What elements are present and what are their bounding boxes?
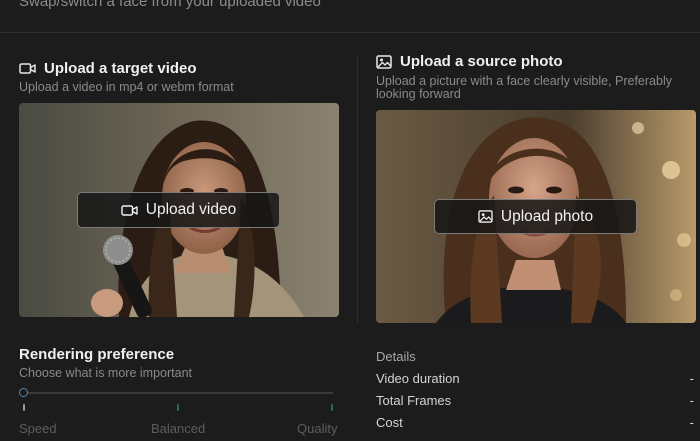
header-divider — [0, 32, 700, 33]
detail-row-total-frames: Total Frames - — [376, 393, 696, 408]
upload-video-button[interactable]: Upload video — [77, 192, 280, 228]
source-photo-title: Upload a source photo — [376, 53, 563, 70]
image-icon — [376, 54, 392, 69]
rendering-preference-subtitle: Choose what is more important — [19, 366, 192, 380]
target-video-title-text: Upload a target video — [44, 60, 197, 77]
upload-photo-button-label: Upload photo — [500, 207, 594, 225]
slider-tick-quality — [331, 404, 333, 411]
target-video-subtitle: Upload a video in mp4 or webm format — [19, 80, 234, 94]
slider-label-speed: Speed — [19, 421, 57, 436]
slider-label-quality: Quality — [297, 421, 338, 436]
upload-photo-button[interactable]: Upload photo — [434, 199, 637, 234]
slider-tick-balanced — [177, 404, 179, 411]
column-divider — [357, 55, 358, 323]
image-icon — [478, 210, 493, 223]
rendering-preference-title: Rendering preference — [19, 346, 175, 363]
slider-label-balanced: Balanced — [151, 421, 206, 436]
detail-row-video-duration: Video duration - — [376, 371, 696, 386]
slider-thumb[interactable] — [19, 388, 28, 397]
detail-value: - — [689, 371, 694, 386]
detail-label: Cost — [376, 415, 403, 430]
target-video-dropzone[interactable]: Upload video — [19, 103, 339, 317]
video-camera-icon — [121, 204, 138, 217]
detail-label: Total Frames — [376, 393, 452, 408]
page-subtitle: Swap/switch a face from your uploaded vi… — [19, 0, 321, 10]
detail-row-cost: Cost - — [376, 415, 696, 430]
target-video-title: Upload a target video — [19, 60, 197, 77]
source-photo-subtitle-line2: looking forward — [376, 87, 461, 101]
source-photo-title-text: Upload a source photo — [400, 53, 563, 70]
details-heading: Details — [376, 349, 416, 364]
source-photo-dropzone[interactable]: Upload photo — [376, 110, 696, 323]
slider-tick-speed — [23, 404, 25, 411]
source-photo-subtitle-line1: Upload a picture with a face clearly vis… — [376, 74, 672, 88]
detail-value: - — [689, 393, 694, 408]
upload-video-button-label: Upload video — [145, 201, 237, 218]
detail-value: - — [689, 415, 694, 430]
video-camera-icon — [19, 62, 36, 75]
detail-label: Video duration — [376, 371, 460, 386]
rendering-preference-slider[interactable] — [23, 392, 333, 394]
